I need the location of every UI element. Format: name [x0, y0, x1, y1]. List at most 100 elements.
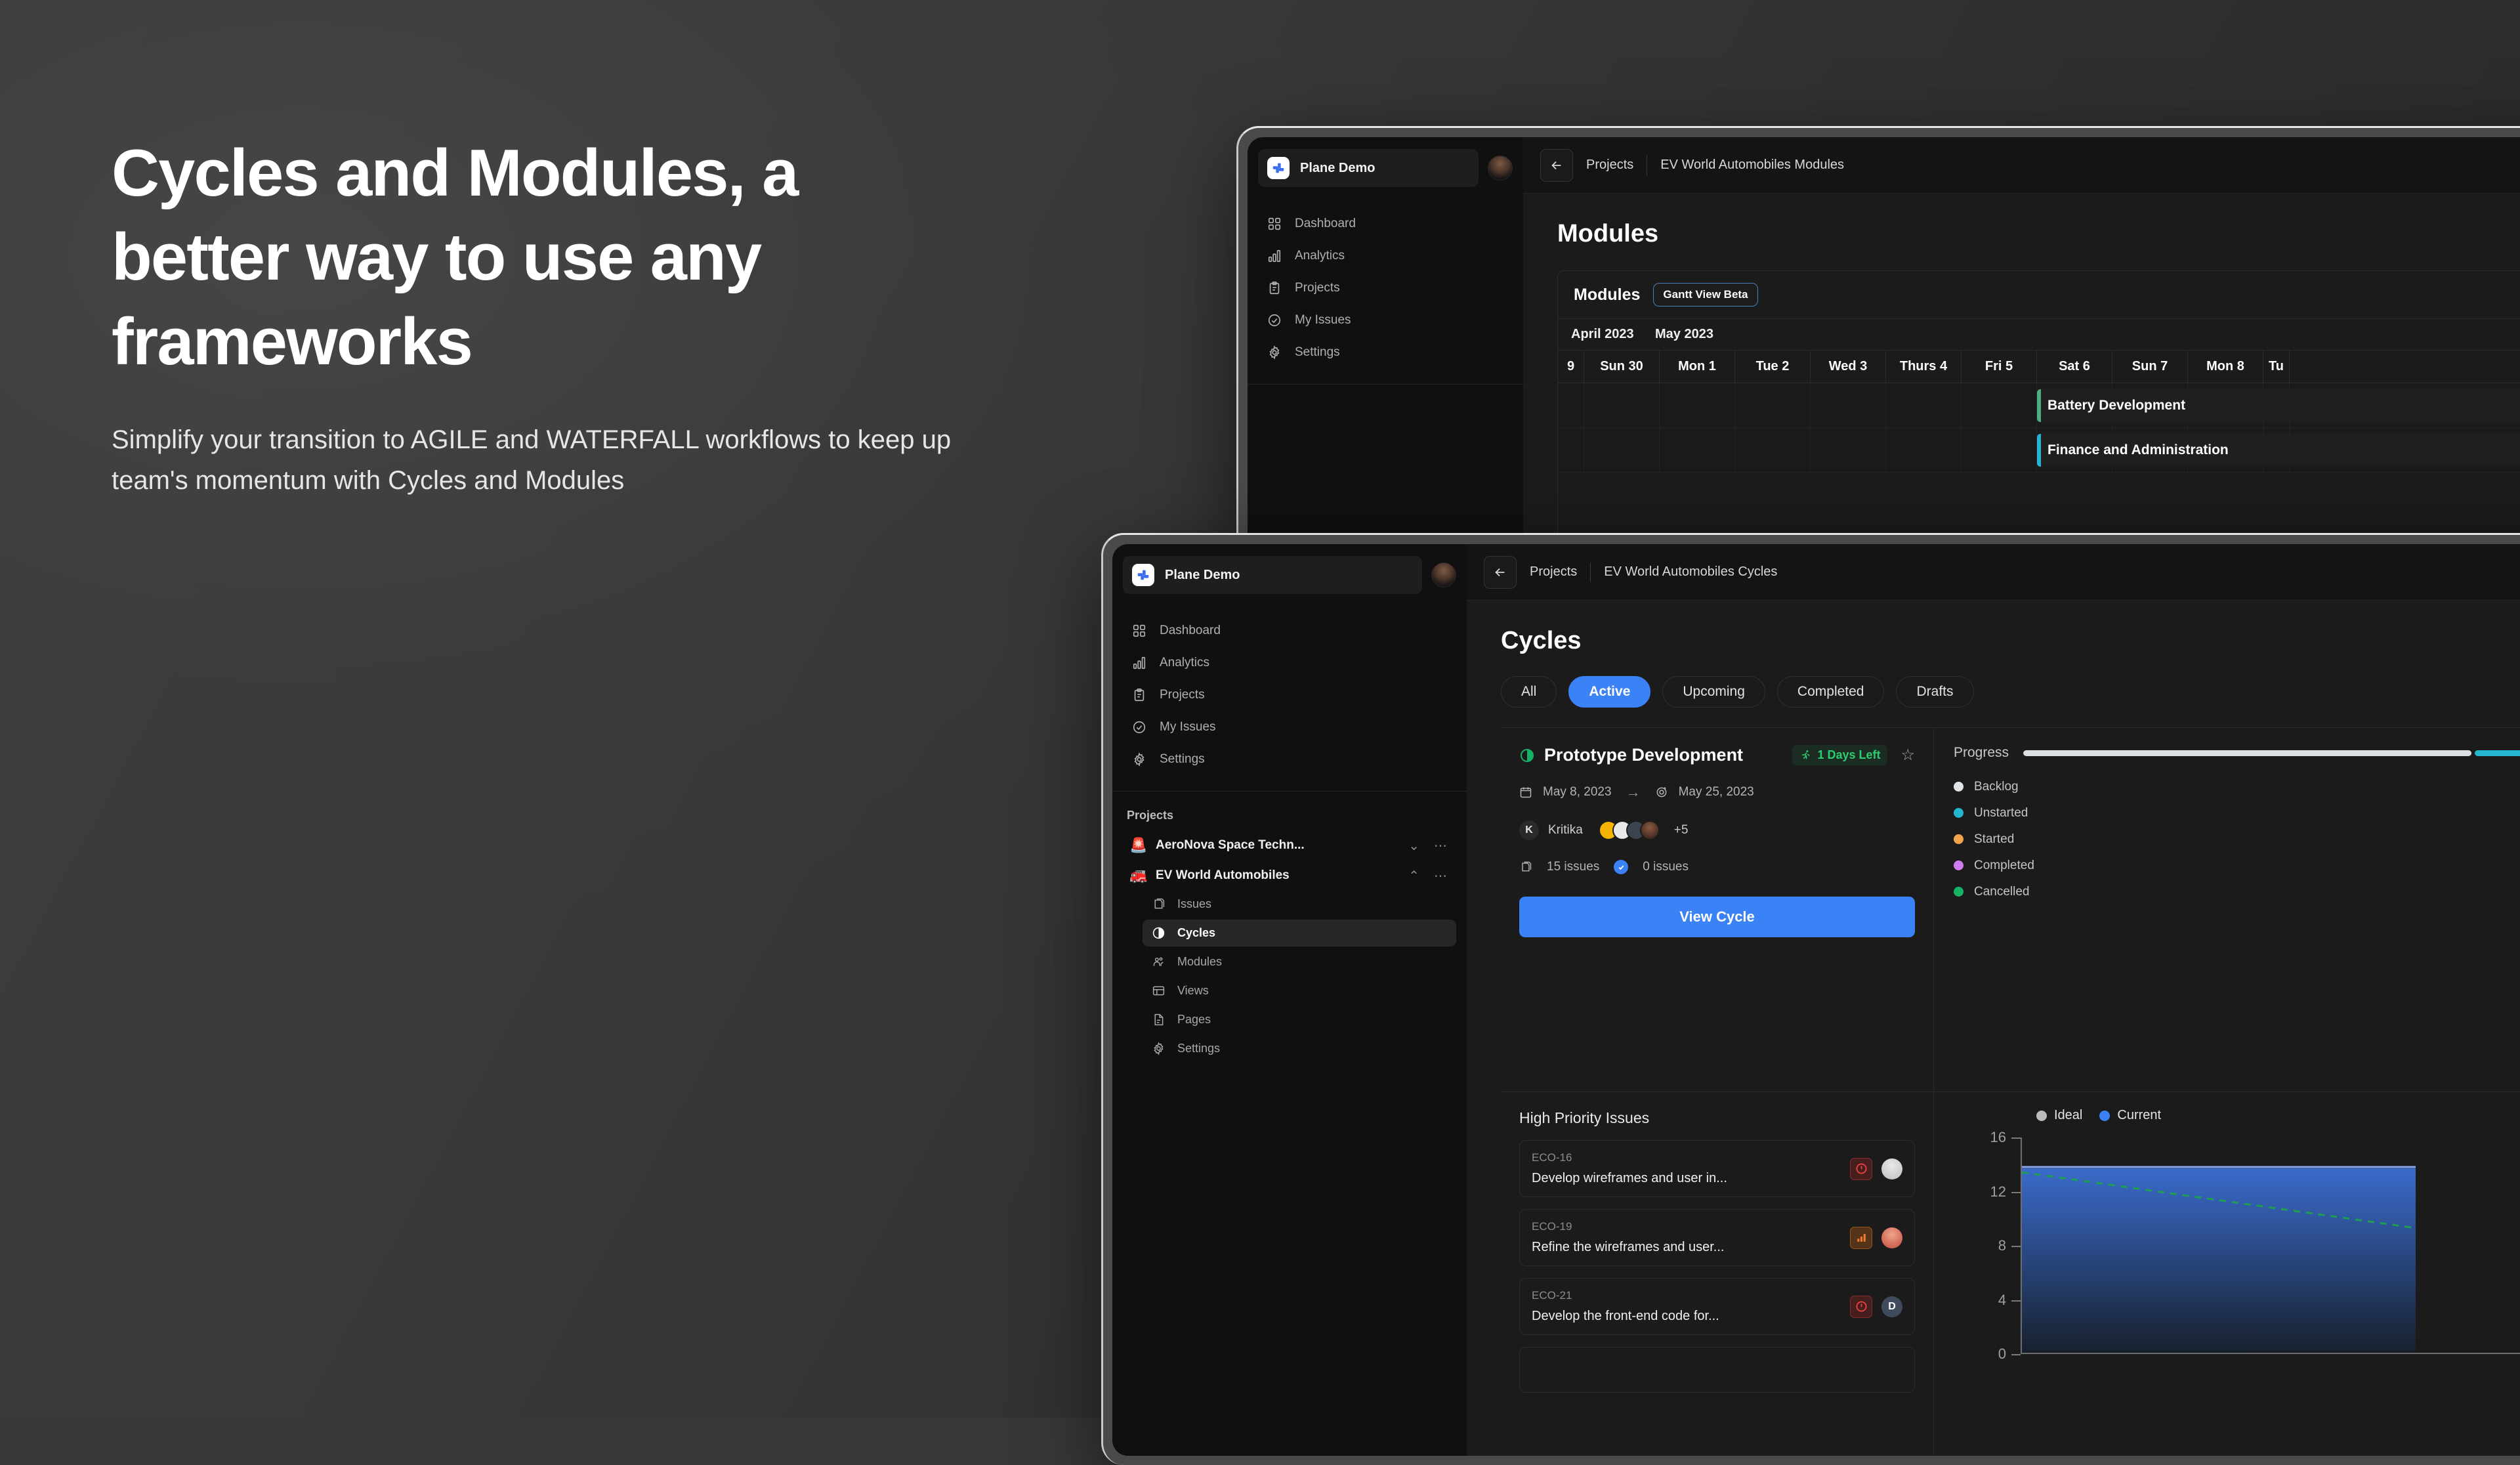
sidebar-item-label: Pages [1177, 1013, 1211, 1027]
bar-chart-icon [1132, 656, 1146, 670]
list-item[interactable]: ECO-21 Develop the front-end code for...… [1519, 1278, 1915, 1335]
progress-header: Progress [1954, 745, 2520, 761]
sidebar-item-dashboard[interactable]: Dashboard [1123, 616, 1456, 645]
back-button[interactable] [1484, 556, 1517, 589]
gantt-view-beta-chip[interactable]: Gantt View Beta [1653, 283, 1757, 307]
progress-row-completed: Completed 0% of [1954, 858, 2520, 873]
tab-upcoming[interactable]: Upcoming [1662, 676, 1765, 708]
sidebar-divider [1248, 384, 1523, 385]
gantt-toolbar-label: Modules [1574, 286, 1640, 305]
progress-row-cancelled: Cancelled 0% of [1954, 884, 2520, 899]
arrow-left-icon [1549, 158, 1564, 173]
sidebar-item-cycles[interactable]: Cycles [1143, 920, 1456, 946]
sidebar-item-analytics[interactable]: Analytics [1123, 648, 1456, 677]
sidebar-item-my-issues[interactable]: My Issues [1123, 713, 1456, 742]
cycles-main: Projects EV World Automobiles Cycles Cyc… [1467, 544, 2520, 1456]
sidebar-item-projects[interactable]: Projects [1258, 274, 1513, 303]
gantt-row: Battery Development [1558, 383, 2520, 428]
workspace-switcher[interactable]: Plane Demo [1258, 149, 1479, 187]
sidebar-item-views[interactable]: Views [1143, 977, 1456, 1004]
sidebar-item-pages[interactable]: Pages [1143, 1006, 1456, 1033]
project-item-aeronova[interactable]: 🚨 AeroNova Space Techn... ⌄ ⋯ [1123, 830, 1456, 860]
gantt-day: Mon 8 [2188, 350, 2263, 383]
workspace-name: Plane Demo [1300, 161, 1375, 176]
cycle-end-date: May 25, 2023 [1679, 785, 1754, 799]
issue-text: ECO-19 Refine the wireframes and user... [1532, 1220, 1841, 1255]
sidebar-item-analytics[interactable]: Analytics [1258, 242, 1513, 270]
tab-all[interactable]: All [1501, 676, 1557, 708]
gantt-month-row: April 2023 May 2023 [1558, 319, 2520, 350]
modules-sidebar: Plane Demo Dashboard Analytics Projects [1248, 137, 1523, 576]
gantt-bar-battery-development[interactable]: Battery Development [2037, 389, 2520, 422]
page-title: Modules [1523, 194, 2520, 248]
star-icon[interactable]: ☆ [1900, 746, 1915, 765]
gantt-bar-finance-and-administration[interactable]: Finance and Administration [2037, 434, 2520, 467]
workspace-header: Plane Demo [1258, 149, 1513, 191]
clipboard-icon [1267, 281, 1282, 295]
y-tick: 0 [1998, 1346, 2006, 1363]
alert-circle-icon[interactable] [1850, 1158, 1872, 1180]
alert-circle-icon[interactable] [1850, 1296, 1872, 1318]
breadcrumb-root[interactable]: Projects [1530, 564, 1577, 580]
sidebar-item-label: My Issues [1160, 720, 1216, 734]
tab-active[interactable]: Active [1568, 676, 1650, 708]
avatar[interactable] [1881, 1227, 1902, 1248]
page-subheadline: Simplify your transition to AGILE and WA… [112, 419, 984, 501]
sidebar-item-my-issues[interactable]: My Issues [1258, 306, 1513, 335]
issue-id: ECO-21 [1532, 1289, 1572, 1302]
list-item[interactable]: ECO-16 Develop wireframes and user in... [1519, 1140, 1915, 1197]
legend-item-current: Current [2099, 1108, 2161, 1123]
owner-name: Kritika [1548, 823, 1583, 838]
contrast-circle-icon [1152, 926, 1166, 940]
signal-bars-icon[interactable] [1850, 1227, 1872, 1249]
back-button[interactable] [1540, 149, 1573, 182]
project-more-options-icon[interactable]: ⋯ [1431, 868, 1450, 884]
project-emoji-icon: 🚒 [1129, 867, 1146, 884]
issue-title: Develop wireframes and user in... [1532, 1171, 1841, 1186]
project-item-ev-world-automobiles[interactable]: 🚒 EV World Automobiles ⌃ ⋯ [1123, 860, 1456, 891]
issue-title: Refine the wireframes and user... [1532, 1240, 1841, 1255]
sidebar-item-dashboard[interactable]: Dashboard [1258, 209, 1513, 238]
gantt-day: Mon 1 [1660, 350, 1735, 383]
high-priority-issues-panel: High Priority Issues ECO-16 Develop wire… [1501, 1092, 1934, 1456]
modules-page-body: Modules Modules Gantt View Beta April 20… [1523, 194, 2520, 576]
breadcrumb-root[interactable]: Projects [1586, 158, 1633, 173]
sidebar-item-label: Analytics [1295, 249, 1345, 263]
status-label: Cancelled [1974, 885, 2520, 899]
chevron-up-icon[interactable]: ⌃ [1406, 868, 1422, 884]
project-sub-nav: Issues Cycles Modules Views Pages [1143, 891, 1456, 1062]
total-issues-count: 15 issues [1547, 860, 1599, 874]
sidebar-item-label: Cycles [1177, 926, 1215, 940]
gantt-toolbar: Modules Gantt View Beta [1558, 271, 2520, 319]
avatar[interactable] [1881, 1158, 1902, 1179]
view-cycle-button[interactable]: View Cycle [1519, 897, 1915, 937]
list-item[interactable] [1519, 1347, 1915, 1393]
chevron-down-icon[interactable]: ⌄ [1406, 838, 1422, 854]
y-tick: 4 [1998, 1292, 2006, 1309]
sidebar-item-issues[interactable]: Issues [1143, 891, 1456, 918]
sidebar-item-projects[interactable]: Projects [1123, 681, 1456, 710]
workspace-switcher[interactable]: Plane Demo [1123, 556, 1422, 594]
sidebar-item-settings[interactable]: Settings [1258, 338, 1513, 367]
project-emoji-icon: 🚨 [1129, 837, 1146, 854]
gantt-day: Fri 5 [1962, 350, 2037, 383]
gantt-row: Finance and Administration [1558, 428, 2520, 473]
tab-drafts[interactable]: Drafts [1896, 676, 1973, 708]
sidebar-item-settings[interactable]: Settings [1123, 745, 1456, 774]
member-avatar-stack[interactable] [1599, 820, 1660, 840]
tab-completed[interactable]: Completed [1777, 676, 1885, 708]
user-avatar[interactable] [1488, 156, 1513, 180]
legend-item-ideal: Ideal [2036, 1108, 2082, 1123]
extra-members-count: +5 [1674, 823, 1689, 838]
plane-logo-icon [1267, 157, 1290, 179]
avatar[interactable]: D [1881, 1296, 1902, 1317]
project-more-options-icon[interactable]: ⋯ [1431, 838, 1450, 854]
issue-title: Develop the front-end code for... [1532, 1309, 1841, 1324]
user-avatar[interactable] [1431, 563, 1456, 587]
list-item[interactable]: ECO-19 Refine the wireframes and user... [1519, 1209, 1915, 1266]
project-name: EV World Automobiles [1156, 868, 1396, 883]
cycles-window-screen: Plane Demo Dashboard Analytics Projects [1112, 544, 2520, 1456]
sidebar-item-modules[interactable]: Modules [1143, 948, 1456, 975]
sidebar-item-project-settings[interactable]: Settings [1143, 1035, 1456, 1062]
cycles-window: Plane Demo Dashboard Analytics Projects [1101, 533, 2520, 1465]
